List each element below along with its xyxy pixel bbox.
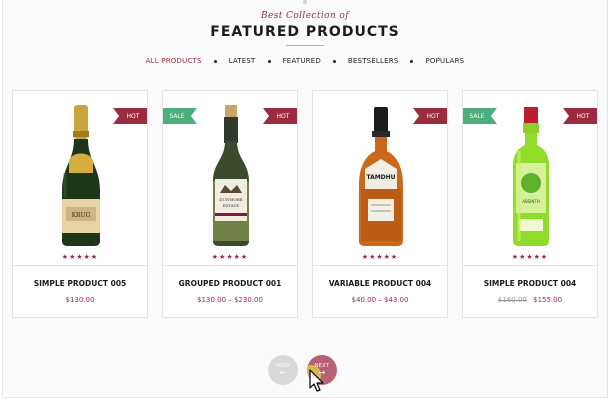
section-title: FEATURED PRODUCTS: [210, 24, 400, 40]
product-card[interactable]: HOT TAMDHU ★★★★★ VARIABLE PRODUCT 004 $4…: [312, 90, 448, 318]
section-subtitle: Best Collection of: [261, 11, 349, 21]
rating-stars: ★★★★★: [211, 254, 249, 261]
product-name[interactable]: SIMPLE PRODUCT 004: [463, 279, 597, 288]
product-name[interactable]: GROUPED PRODUCT 001: [163, 279, 297, 288]
product-price: $130.00: [65, 296, 95, 304]
rating-stars: ★★★★★: [361, 254, 399, 261]
product-name[interactable]: VARIABLE PRODUCT 004: [313, 279, 447, 288]
svg-text:KRUG: KRUG: [72, 212, 91, 219]
filter-bestsellers[interactable]: BESTSELLERS: [336, 57, 411, 65]
product-filter-bar: ALL PRODUCTS LATEST FEATURED BESTSELLERS…: [0, 55, 610, 67]
svg-text:ABSINTH: ABSINTH: [522, 199, 540, 204]
product-card[interactable]: SALE HOT DUNMORE ESTATE ★★★★★ GROUPED PR…: [162, 90, 298, 318]
card-divider: [13, 265, 147, 266]
product-price: $155.00: [533, 296, 563, 304]
product-name[interactable]: SIMPLE PRODUCT 005: [13, 279, 147, 288]
green-liqueur-bottle-icon[interactable]: ABSINTH: [463, 101, 599, 251]
svg-text:ESTATE: ESTATE: [223, 203, 239, 208]
card-divider: [313, 265, 447, 266]
filter-latest[interactable]: LATEST: [217, 57, 268, 65]
rating-stars: ★★★★★: [511, 254, 549, 261]
product-card[interactable]: HOT KRUG ★★★★★ SIMPLE PRODUCT 005 $130.0…: [12, 90, 148, 318]
filter-all-products[interactable]: ALL PRODUCTS: [134, 57, 214, 65]
card-divider: [163, 265, 297, 266]
title-divider: [286, 45, 324, 46]
whisky-bottle-icon[interactable]: TAMDHU: [313, 101, 449, 251]
product-card[interactable]: SALE HOT ABSINTH ★★★★★ SIMPLE PRODUCT 00…: [462, 90, 598, 318]
product-price: $40.00 – $43.00: [351, 296, 409, 304]
product-price-row: $160.00 $155.00: [463, 296, 597, 304]
filter-featured[interactable]: FEATURED: [271, 57, 333, 65]
svg-text:DUNMORE: DUNMORE: [219, 197, 242, 202]
prev-button[interactable]: PREV ←: [268, 355, 298, 385]
filter-populars[interactable]: POPULARS: [413, 57, 476, 65]
top-dot: [303, 0, 307, 4]
arrow-right-icon: →: [318, 368, 326, 377]
rating-stars: ★★★★★: [61, 254, 99, 261]
card-divider: [463, 265, 597, 266]
product-price-row: $130.00 – $230.00: [163, 296, 297, 304]
product-price-row: $40.00 – $43.00: [313, 296, 447, 304]
svg-text:TAMDHU: TAMDHU: [366, 174, 395, 181]
product-old-price: $160.00: [497, 296, 527, 304]
champagne-bottle-icon[interactable]: KRUG: [13, 101, 149, 251]
white-wine-bottle-icon[interactable]: DUNMORE ESTATE: [163, 101, 299, 251]
arrow-left-icon: ←: [279, 368, 287, 377]
product-price: $130.00 – $230.00: [197, 296, 263, 304]
product-price-row: $130.00: [13, 296, 147, 304]
